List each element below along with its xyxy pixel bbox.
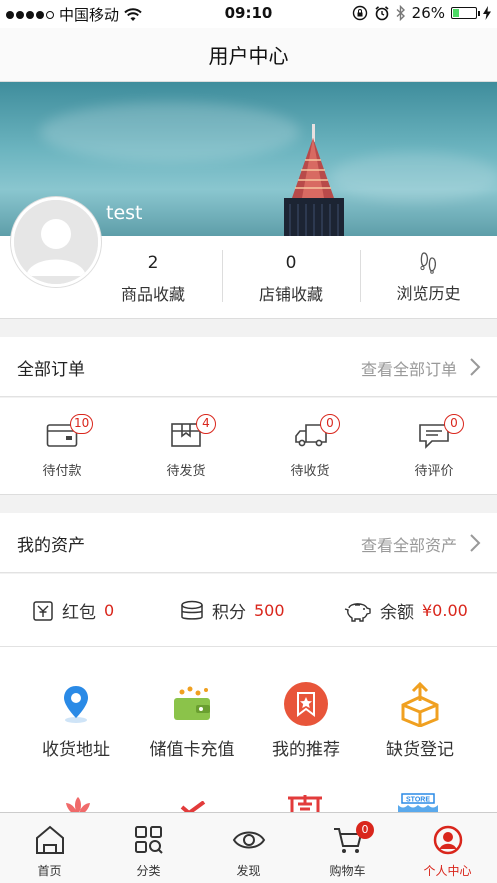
battery-icon (451, 7, 480, 19)
lotus-icon (66, 797, 90, 812)
pending-receipt-label: 待收货 (290, 464, 330, 479)
battery-percent: 26% (411, 4, 445, 22)
points-value: 500 (254, 601, 285, 620)
location-pin-icon (64, 686, 88, 723)
tab-discover[interactable]: 发现 (199, 813, 298, 883)
checkmark-icon (180, 801, 206, 812)
balance-value: ¥0.00 (422, 601, 468, 620)
tab-user-center-label: 个人中心 (423, 864, 472, 878)
chevron-right-icon (470, 534, 481, 552)
status-right: 26% (352, 4, 491, 22)
browse-history-label: 浏览历史 (396, 284, 461, 303)
rotation-lock-icon (352, 5, 367, 21)
out-of-stock-label: 缺货登记 (386, 740, 454, 760)
tab-category[interactable]: 分类 (99, 813, 198, 883)
home-icon (35, 825, 64, 854)
charging-icon (483, 6, 491, 20)
tab-discover-label: 发现 (236, 864, 261, 878)
out-of-stock-service[interactable]: 缺货登记 (358, 681, 482, 760)
favorite-goods-count: 2 (147, 253, 159, 273)
tab-cart[interactable]: 0 购物车 (298, 813, 397, 883)
tab-user-center[interactable]: 个人中心 (398, 813, 497, 883)
order-pending-receipt[interactable]: 0 待收货 (248, 398, 372, 495)
pending-review-badge: 0 (444, 414, 464, 434)
tab-cart-label: 购物车 (329, 864, 366, 878)
pending-payment-label: 待付款 (42, 464, 82, 479)
pending-shipment-badge: 4 (196, 414, 216, 434)
red-envelope-value: 0 (104, 601, 115, 620)
my-recommend-service[interactable]: 我的推荐 (244, 681, 368, 760)
pending-payment-badge: 10 (70, 414, 94, 434)
shipping-address-service[interactable]: 收货地址 (14, 681, 138, 760)
favorite-shops-stat[interactable]: 0 店铺收藏 (222, 236, 360, 319)
services-grid: 收货地址 储值卡充值 我的推荐 缺货登记 STORE (0, 647, 497, 812)
pending-receipt-badge: 0 (320, 414, 340, 434)
coins-icon (181, 600, 203, 620)
points-asset[interactable]: 积分 500 (180, 598, 285, 623)
card-topup-label: 储值卡充值 (149, 740, 235, 760)
my-recommend-label: 我的推荐 (272, 740, 340, 760)
favorite-goods-stat[interactable]: 2 商品收藏 (84, 236, 222, 319)
user-center-icon (433, 825, 462, 855)
store-icon: STORE (398, 793, 438, 812)
red-envelope-icon (33, 600, 53, 621)
alarm-icon (375, 6, 389, 21)
eye-icon (232, 831, 265, 849)
order-pending-shipment[interactable]: 4 待发货 (124, 398, 248, 495)
nav-bar: 用户中心 (0, 28, 497, 82)
order-pending-review[interactable]: 0 待评价 (372, 398, 496, 495)
status-bar: 中国移动 09:10 26% (0, 0, 497, 28)
username: test (106, 202, 143, 224)
my-assets-row[interactable]: 我的资产 查看全部资产 (0, 513, 497, 573)
red-envelope-asset[interactable]: 红包 0 (32, 598, 114, 623)
footprint-icon (360, 250, 497, 274)
favorite-shops-label: 店铺收藏 (258, 285, 323, 304)
orders-title: 全部订单 (17, 360, 85, 380)
shipping-address-label: 收货地址 (42, 740, 110, 760)
balance-label: 余额 (380, 603, 414, 623)
tower-illustration (284, 124, 344, 236)
assets-title: 我的资产 (17, 536, 85, 556)
red-envelope-label: 红包 (62, 603, 96, 623)
pending-shipment-label: 待发货 (166, 464, 206, 479)
order-status-panel: 10 待付款 4 待发货 0 待收货 0 待评价 (0, 398, 497, 495)
box-upload-icon (401, 681, 439, 727)
shop-icon (288, 795, 322, 812)
recommend-icon (284, 682, 328, 726)
favorite-shops-count: 0 (285, 253, 297, 273)
all-orders-row[interactable]: 全部订单 查看全部订单 (0, 337, 497, 397)
tab-home-label: 首页 (37, 864, 62, 878)
page-title: 用户中心 (208, 44, 289, 68)
order-pending-payment[interactable]: 10 待付款 (0, 398, 124, 495)
card-topup-service[interactable]: 储值卡充值 (130, 681, 254, 760)
tab-bar: 首页 分类 发现 0 购物车 个人中心 (0, 812, 497, 883)
wallet-topup-icon (174, 686, 210, 720)
category-icon (134, 826, 163, 854)
svg-text:STORE: STORE (406, 797, 430, 804)
assets-panel: 红包 0 积分 500 余额 ¥0.00 (0, 574, 497, 647)
points-label: 积分 (212, 603, 246, 623)
piggy-bank-icon (344, 602, 371, 622)
tab-category-label: 分类 (136, 864, 161, 878)
view-all-orders-link[interactable]: 查看全部订单 (361, 356, 457, 380)
chevron-right-icon (470, 358, 481, 376)
browse-history-stat[interactable]: 浏览历史 (360, 236, 497, 319)
pending-review-label: 待评价 (414, 464, 454, 479)
cart-badge: 0 (356, 821, 374, 839)
balance-asset[interactable]: 余额 ¥0.00 (344, 598, 468, 623)
bluetooth-icon (396, 5, 405, 21)
favorite-goods-label: 商品收藏 (120, 285, 185, 304)
tab-home[interactable]: 首页 (0, 813, 99, 883)
view-all-assets-link[interactable]: 查看全部资产 (361, 532, 457, 556)
